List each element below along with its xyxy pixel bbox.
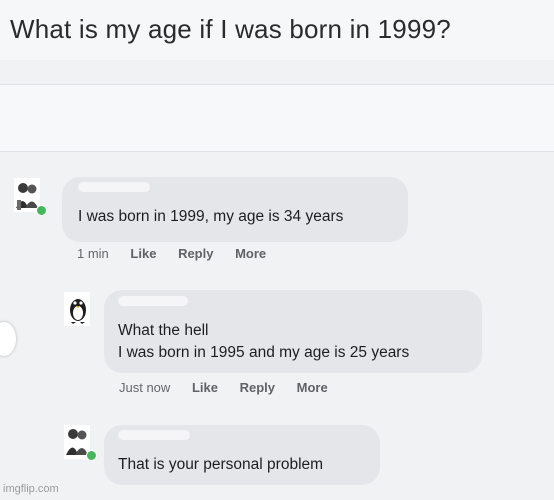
question-header: What is my age if I was born in 1999? (0, 0, 554, 60)
online-status-dot (86, 450, 97, 461)
comment-text: I was born in 1999, my age is 34 years (78, 208, 344, 225)
comment-text: That is your personal problem (118, 456, 324, 473)
watermark: imgflip.com (3, 483, 59, 495)
comment-input-area[interactable] (0, 84, 554, 152)
comment-bubble: I was born in 1999, my age is 34 years (62, 177, 408, 242)
more-button[interactable]: More (297, 380, 328, 395)
author-name-redacted[interactable] (78, 182, 150, 192)
author-name-redacted[interactable] (118, 296, 188, 306)
penguin-avatar[interactable] (64, 292, 90, 326)
online-status-dot (36, 205, 47, 216)
reply-bubble: What the hell I was born in 1995 and my … (104, 290, 482, 373)
author-name-redacted[interactable] (118, 430, 190, 440)
question-text: What is my age if I was born in 1999? (10, 14, 451, 44)
reply-text-line-1: What the hell (118, 322, 209, 339)
reply-button[interactable]: Reply (240, 380, 275, 395)
reply-timestamp[interactable]: Just now (119, 380, 170, 395)
comment-timestamp[interactable]: 1 min (77, 246, 109, 261)
reply-button[interactable]: Reply (178, 246, 213, 261)
reply-text-line-2: I was born in 1995 and my age is 25 year… (118, 344, 410, 361)
scroll-handle[interactable] (0, 322, 16, 356)
like-button[interactable]: Like (192, 380, 218, 395)
more-button[interactable]: More (235, 246, 266, 261)
comment-bubble: That is your personal problem (104, 425, 380, 485)
reply-actions: Just now Like Reply More (119, 380, 346, 395)
like-button[interactable]: Like (130, 246, 156, 261)
comment-actions: 1 min Like Reply More (77, 246, 284, 261)
